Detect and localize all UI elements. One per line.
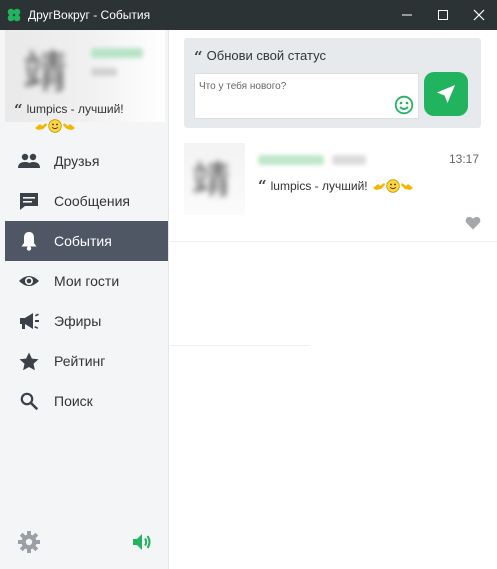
search-icon — [20, 392, 38, 410]
profile-age-blurred — [91, 68, 117, 76]
sidebar-item-rating[interactable]: Рейтинг — [5, 341, 168, 381]
window-title: ДругВокруг - События — [28, 8, 151, 22]
sidebar-item-friends[interactable]: Друзья — [5, 141, 168, 181]
close-button[interactable] — [461, 0, 497, 30]
send-status-button[interactable] — [424, 72, 468, 116]
sidebar-item-guests[interactable]: Мои гости — [5, 261, 168, 301]
sidebar-item-label: Сообщения — [54, 193, 130, 209]
event-user-name-blurred[interactable] — [258, 155, 324, 165]
sound-button[interactable] — [130, 530, 154, 554]
sidebar: 靖 “lumpics - лучший! Друзья Сообщения Со… — [0, 30, 169, 569]
avatar-image: 靖 — [192, 158, 231, 202]
profile-name-blurred — [91, 48, 143, 58]
event-item[interactable]: 靖 13:17 “ lumpics - лучший! — [170, 135, 497, 243]
profile-photo-image: 靖 — [23, 47, 67, 98]
status-update-card: “Обнови свой статус Что у тебя нового? — [184, 38, 481, 128]
close-icon — [473, 9, 485, 21]
clover-logo-icon — [7, 8, 21, 22]
sidebar-item-label: События — [54, 233, 112, 249]
gear-icon — [18, 531, 40, 553]
sidebar-item-label: Эфиры — [54, 313, 102, 329]
quote-icon: “ — [194, 48, 203, 66]
sidebar-item-events[interactable]: События — [5, 221, 168, 261]
maximize-icon — [438, 10, 448, 20]
star-icon — [19, 352, 39, 370]
event-time: 13:17 — [448, 152, 479, 166]
status-input-placeholder: Что у тебя нового? — [199, 81, 287, 92]
event-status-text: lumpics - лучший! — [270, 179, 368, 193]
divider — [170, 241, 497, 242]
profile-status[interactable]: “lumpics - лучший! — [14, 102, 164, 133]
quote-icon: “ — [14, 101, 23, 119]
sidebar-nav: Друзья Сообщения События Мои гости Эфиры… — [5, 141, 168, 421]
sidebar-item-search[interactable]: Поиск — [5, 381, 168, 421]
sidebar-item-label: Поиск — [54, 393, 93, 409]
events-panel: “Обнови свой статус Что у тебя нового? 靖… — [170, 30, 497, 569]
bell-icon — [21, 232, 37, 251]
heart-icon — [465, 216, 481, 230]
smiley-emoji-icon — [385, 179, 400, 193]
waving-hand-right-icon — [63, 123, 75, 130]
minimize-button[interactable] — [389, 0, 425, 30]
sidebar-item-messages[interactable]: Сообщения — [5, 181, 168, 221]
divider — [170, 345, 310, 346]
smile-icon — [394, 95, 414, 115]
status-card-title: “Обнови свой статус — [194, 48, 326, 66]
settings-button[interactable] — [17, 530, 41, 554]
status-input[interactable]: Что у тебя нового? — [194, 73, 419, 119]
like-button[interactable] — [465, 215, 481, 231]
waving-hand-left-icon — [35, 123, 47, 130]
maximize-button[interactable] — [425, 0, 461, 30]
send-icon — [437, 85, 455, 103]
megaphone-icon — [20, 313, 39, 329]
sidebar-item-broadcasts[interactable]: Эфиры — [5, 301, 168, 341]
profile-status-text: lumpics - лучший! — [26, 102, 124, 116]
waving-hand-right-icon — [400, 183, 413, 190]
waving-hand-left-icon — [372, 183, 385, 190]
title-bar[interactable]: ДругВокруг - События — [0, 0, 497, 30]
event-status: “ lumpics - лучший! — [258, 177, 414, 195]
event-user-age-blurred — [332, 155, 366, 165]
sidebar-item-label: Рейтинг — [54, 353, 106, 369]
avatar[interactable]: 靖 — [184, 143, 245, 215]
eye-icon — [19, 276, 39, 286]
chat-icon — [20, 192, 38, 210]
status-emoji — [34, 119, 164, 133]
sidebar-item-label: Мои гости — [54, 273, 120, 289]
smiley-emoji-icon — [48, 119, 62, 133]
minimize-icon — [402, 14, 412, 16]
emoji-button[interactable] — [394, 95, 414, 115]
app-window: ДругВокруг - События 靖 “lumpics - лучший… — [0, 0, 497, 569]
speaker-icon — [133, 534, 151, 550]
quote-icon: “ — [258, 177, 267, 195]
sidebar-item-label: Друзья — [54, 153, 100, 169]
status-card-title-text: Обнови свой статус — [206, 48, 326, 63]
people-icon — [18, 153, 40, 168]
